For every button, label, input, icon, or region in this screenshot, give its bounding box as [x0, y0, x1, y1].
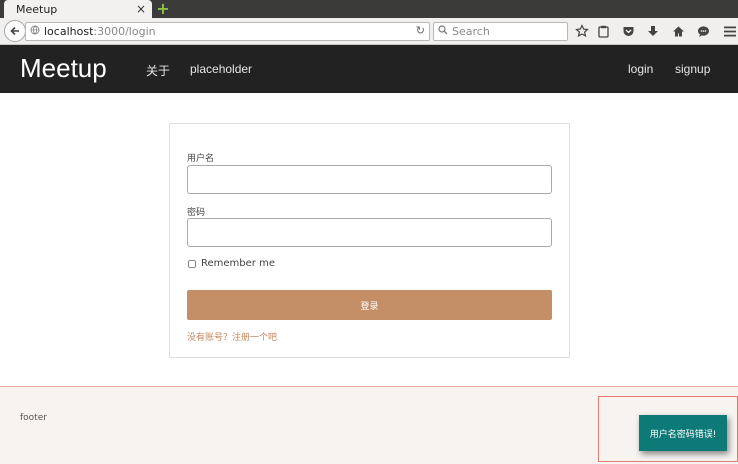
footer: footer 用户名密码错误!	[0, 386, 738, 464]
register-link[interactable]: 没有账号？注册一个吧	[187, 330, 277, 343]
download-icon[interactable]	[645, 23, 661, 39]
url-path: :3000/login	[93, 25, 156, 38]
reading-list-icon[interactable]	[595, 23, 611, 39]
navbar: Meetup 关于 placeholder login signup	[0, 45, 738, 93]
error-toast[interactable]: 用户名密码错误!	[639, 415, 727, 451]
username-label: 用户名	[187, 154, 215, 164]
search-input[interactable]: Search	[433, 22, 568, 41]
nav-link-login[interactable]: login	[628, 62, 653, 76]
password-label: 密码	[187, 208, 206, 218]
browser-toolbar: localhost:3000/login ↻ Search	[0, 18, 738, 45]
search-icon	[438, 25, 448, 38]
back-arrow-icon	[10, 26, 19, 36]
home-icon[interactable]	[670, 23, 686, 39]
toast-container: 用户名密码错误!	[598, 396, 738, 462]
login-form: 用户名 密码 Remember me 登录 没有账号？注册一个吧	[169, 123, 570, 358]
remember-me-label[interactable]: Remember me	[201, 258, 275, 269]
login-button[interactable]: 登录	[187, 290, 552, 320]
chat-icon[interactable]	[695, 23, 711, 39]
password-input[interactable]	[187, 218, 552, 247]
tab-close-icon[interactable]: ×	[136, 2, 146, 16]
pocket-icon[interactable]	[620, 23, 636, 39]
nav-link-about[interactable]: 关于	[146, 62, 170, 79]
bookmark-star-icon[interactable]	[574, 23, 590, 39]
site-info-icon[interactable]	[30, 25, 44, 38]
browser-tab[interactable]: Meetup ×	[4, 0, 152, 18]
new-tab-icon[interactable]: +	[155, 1, 171, 17]
reload-icon[interactable]: ↻	[416, 24, 425, 37]
browser-tab-strip: Meetup × +	[0, 0, 738, 18]
search-placeholder: Search	[452, 25, 490, 38]
menu-icon[interactable]	[722, 23, 738, 39]
url-bar[interactable]: localhost:3000/login ↻	[25, 22, 430, 41]
brand-logo[interactable]: Meetup	[20, 53, 107, 84]
back-button[interactable]	[4, 20, 26, 42]
footer-text: footer	[20, 413, 47, 423]
nav-link-signup[interactable]: signup	[675, 62, 710, 76]
web-page: Meetup 关于 placeholder login signup 用户名 密…	[0, 45, 738, 464]
username-input[interactable]	[187, 165, 552, 194]
tab-title: Meetup	[16, 2, 58, 16]
nav-link-placeholder[interactable]: placeholder	[190, 62, 252, 76]
remember-me-checkbox[interactable]	[188, 260, 196, 268]
url-host: localhost	[44, 25, 94, 38]
